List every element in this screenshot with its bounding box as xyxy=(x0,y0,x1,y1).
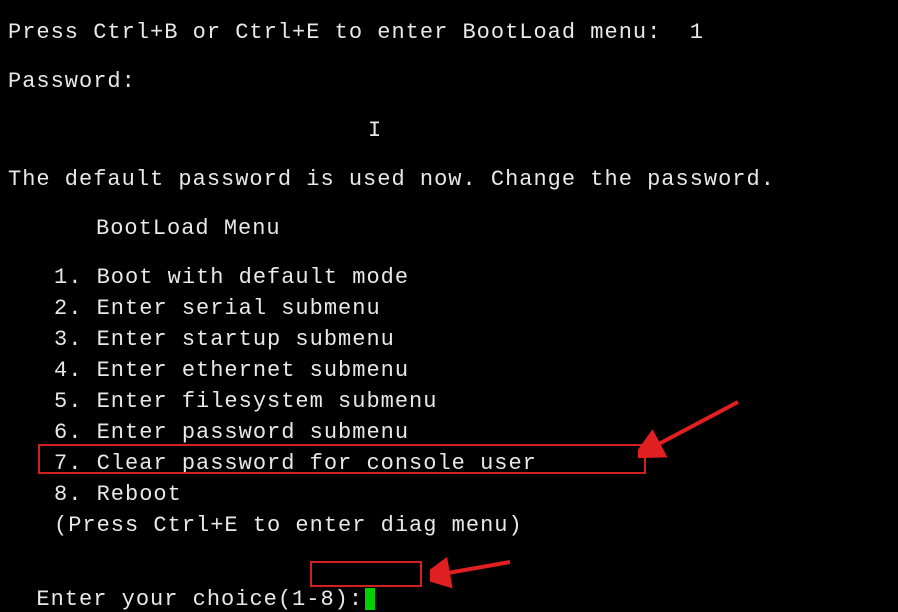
menu-item-6[interactable]: 6. Enter password submenu xyxy=(8,420,890,445)
password-prompt[interactable]: Password: xyxy=(8,69,890,94)
menu-title: BootLoad Menu xyxy=(8,216,890,241)
boot-prompt-line: Press Ctrl+B or Ctrl+E to enter BootLoad… xyxy=(8,20,890,45)
menu-item-4[interactable]: 4. Enter ethernet submenu xyxy=(8,358,890,383)
menu-item-1[interactable]: 1. Boot with default mode xyxy=(8,265,890,290)
password-notice: The default password is used now. Change… xyxy=(8,167,890,192)
menu-item-8[interactable]: 8. Reboot xyxy=(8,482,890,507)
menu-item-7[interactable]: 7. Clear password for console user xyxy=(8,451,890,476)
menu-hint: (Press Ctrl+E to enter diag menu) xyxy=(8,513,890,538)
menu-item-5[interactable]: 5. Enter filesystem submenu xyxy=(8,389,890,414)
text-cursor-line: I xyxy=(8,118,890,143)
menu-item-2[interactable]: 2. Enter serial submenu xyxy=(8,296,890,321)
choice-prompt-line[interactable]: Enter your choice(1-8): xyxy=(8,562,890,612)
input-cursor-block xyxy=(365,588,375,610)
menu-item-3[interactable]: 3. Enter startup submenu xyxy=(8,327,890,352)
